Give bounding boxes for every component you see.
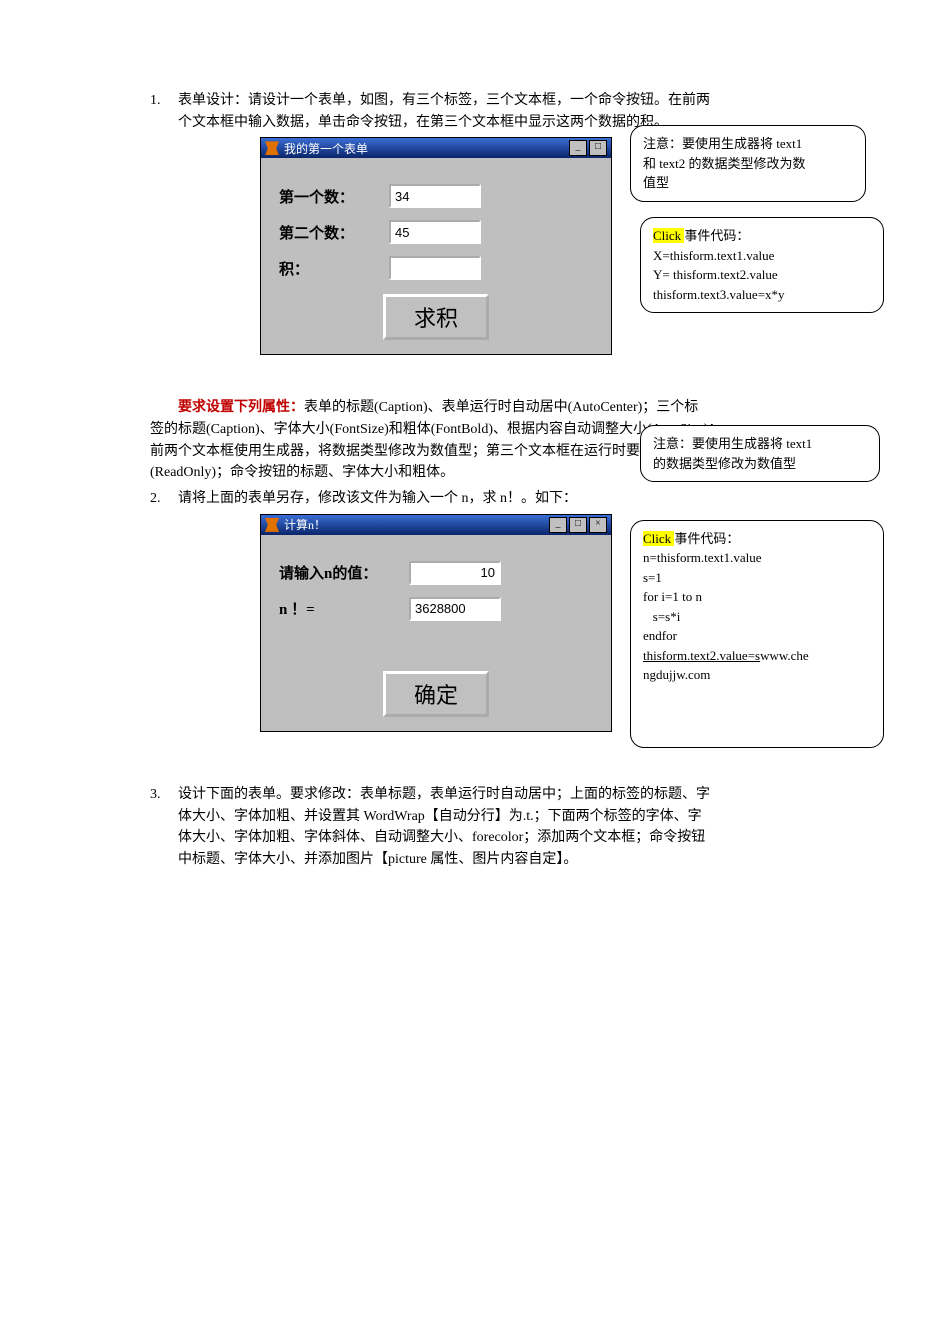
minimize-icon[interactable]: _: [549, 517, 567, 533]
form1-text2[interactable]: [389, 220, 481, 244]
form1-button[interactable]: 求积: [383, 294, 489, 340]
req-head: 要求设置下列属性：: [178, 400, 304, 415]
maximize-icon[interactable]: □: [589, 140, 607, 156]
q3-text: 3.设计下面的表单。要求修改：表单标题，表单运行时自动居中；上面的标签的标题、字…: [150, 784, 845, 871]
fox-icon: [265, 518, 279, 532]
q2-text: 2.请将上面的表单另存，修改该文件为输入一个 n，求 n！。如下：: [150, 488, 845, 510]
callout-note2: 注意：要使用生成器将 text1 的数据类型修改为数值型: [640, 425, 880, 482]
fox-icon: [265, 141, 279, 155]
form2-text1[interactable]: [409, 561, 501, 585]
q1-number: 1.: [150, 90, 178, 112]
form1-text3[interactable]: [389, 256, 481, 280]
form2-window: 计算n！ _ □ × 请输入n的值： n ！=: [260, 514, 612, 732]
form1-title: 我的第一个表单: [284, 140, 368, 157]
form2-titlebar: 计算n！ _ □ ×: [261, 515, 611, 535]
form1-text1[interactable]: [389, 184, 481, 208]
form1-titlebar: 我的第一个表单 _ □: [261, 138, 611, 158]
minimize-icon[interactable]: _: [569, 140, 587, 156]
callout-note1: 注意：要使用生成器将 text1 和 text2 的数据类型修改为数 值型: [630, 125, 866, 202]
form1-label2: 第二个数：: [279, 222, 389, 243]
form2-label1: 请输入n的值：: [279, 562, 409, 583]
form2-button[interactable]: 确定: [383, 671, 489, 717]
form2-text2[interactable]: [409, 597, 501, 621]
maximize-icon[interactable]: □: [569, 517, 587, 533]
q2-number: 2.: [150, 488, 178, 510]
q3-number: 3.: [150, 784, 178, 806]
form2-title: 计算n！: [284, 516, 326, 533]
form1-label3: 积：: [279, 258, 389, 279]
callout-code1: Click 事件代码： X=thisform.text1.value Y= th…: [640, 217, 884, 313]
close-icon[interactable]: ×: [589, 517, 607, 533]
form1-label1: 第一个数：: [279, 186, 389, 207]
callout-code2: Click 事件代码： n=thisform.text1.value s=1 f…: [630, 520, 884, 748]
form2-label2: n ！=: [279, 598, 409, 619]
form1-window: 我的第一个表单 _ □ 第一个数： 第二个数：: [260, 137, 612, 355]
